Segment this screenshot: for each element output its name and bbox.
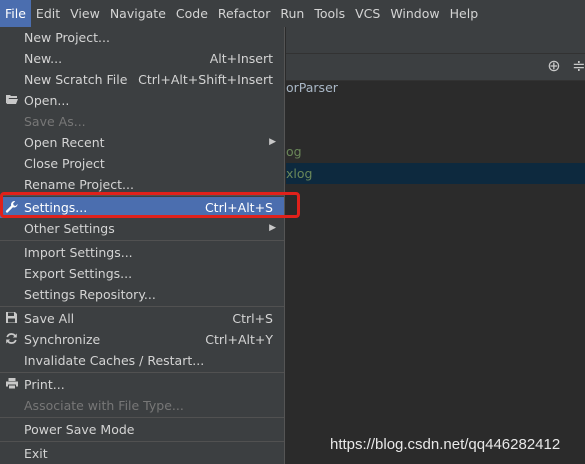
submenu-arrow-icon: ▶ bbox=[269, 223, 276, 233]
locate-icon[interactable]: ⊕ bbox=[545, 57, 563, 75]
menu-item-import-settings[interactable]: Import Settings... bbox=[0, 242, 284, 263]
menu-item-new-scratch-file[interactable]: New Scratch File Ctrl+Alt+Shift+Insert bbox=[0, 69, 284, 90]
menu-item-open-recent[interactable]: Open Recent ▶ bbox=[0, 132, 284, 153]
menu-separator bbox=[0, 306, 284, 307]
floppy-icon bbox=[4, 311, 19, 326]
menubar-code[interactable]: Code bbox=[171, 0, 213, 27]
menu-item-invalidate-caches[interactable]: Invalidate Caches / Restart... bbox=[0, 350, 284, 371]
folder-icon bbox=[4, 93, 19, 108]
tree-item[interactable]: orParser bbox=[286, 80, 338, 95]
tree-item[interactable]: xlog bbox=[286, 166, 312, 181]
settings-highlight-box bbox=[0, 192, 300, 218]
tree-selected-row[interactable] bbox=[286, 163, 585, 184]
menu-item-save-as: Save As... bbox=[24, 114, 86, 129]
menubar-help[interactable]: Help bbox=[445, 0, 484, 27]
menu-item-associate-file-type: Associate with File Type... bbox=[24, 398, 184, 413]
menubar-view[interactable]: View bbox=[65, 0, 105, 27]
menu-separator bbox=[0, 441, 284, 442]
settings-split-icon[interactable]: ≑ bbox=[570, 57, 585, 75]
menubar-run[interactable]: Run bbox=[275, 0, 309, 27]
menu-item-new[interactable]: New... Alt+Insert bbox=[0, 48, 284, 69]
menu-item-other-settings[interactable]: Other Settings ▶ bbox=[0, 218, 284, 239]
menubar-file[interactable]: File bbox=[0, 0, 31, 27]
menu-item-close-project[interactable]: Close Project bbox=[0, 153, 284, 174]
menu-item-power-save-mode[interactable]: Power Save Mode bbox=[0, 419, 284, 440]
tree-item[interactable]: og bbox=[286, 144, 302, 159]
menu-item-exit[interactable]: Exit bbox=[0, 443, 284, 464]
menu-bar: File Edit View Navigate Code Refactor Run Tools… bbox=[0, 0, 585, 27]
menu-item-open[interactable]: Open... bbox=[0, 90, 284, 111]
printer-icon bbox=[4, 377, 19, 392]
menu-item-new-project[interactable]: New Project... bbox=[0, 27, 284, 48]
menu-item-settings-repository[interactable]: Settings Repository... bbox=[0, 284, 284, 305]
menubar-refactor[interactable]: Refactor bbox=[213, 0, 275, 27]
watermark-url: https://blog.csdn.net/qq446282412 bbox=[330, 436, 561, 453]
menubar-tools[interactable]: Tools bbox=[309, 0, 350, 27]
file-menu-dropdown: New Project... New... Alt+Insert New Scr… bbox=[0, 27, 285, 464]
menubar-window[interactable]: Window bbox=[385, 0, 444, 27]
submenu-arrow-icon: ▶ bbox=[269, 137, 276, 147]
menubar-vcs[interactable]: VCS bbox=[350, 0, 385, 27]
menu-item-save-all[interactable]: Save All Ctrl+S bbox=[0, 308, 284, 329]
sync-icon bbox=[4, 332, 19, 347]
menubar-navigate[interactable]: Navigate bbox=[105, 0, 171, 27]
menubar-edit[interactable]: Edit bbox=[31, 0, 65, 27]
menu-item-print[interactable]: Print... bbox=[0, 374, 284, 395]
menu-separator bbox=[0, 240, 284, 241]
toolbar-strip bbox=[286, 27, 585, 53]
menu-item-synchronize[interactable]: Synchronize Ctrl+Alt+Y bbox=[0, 329, 284, 350]
project-panel-header bbox=[286, 53, 585, 81]
menu-item-export-settings[interactable]: Export Settings... bbox=[0, 263, 284, 284]
menu-separator bbox=[0, 417, 284, 418]
menu-separator bbox=[0, 372, 284, 373]
